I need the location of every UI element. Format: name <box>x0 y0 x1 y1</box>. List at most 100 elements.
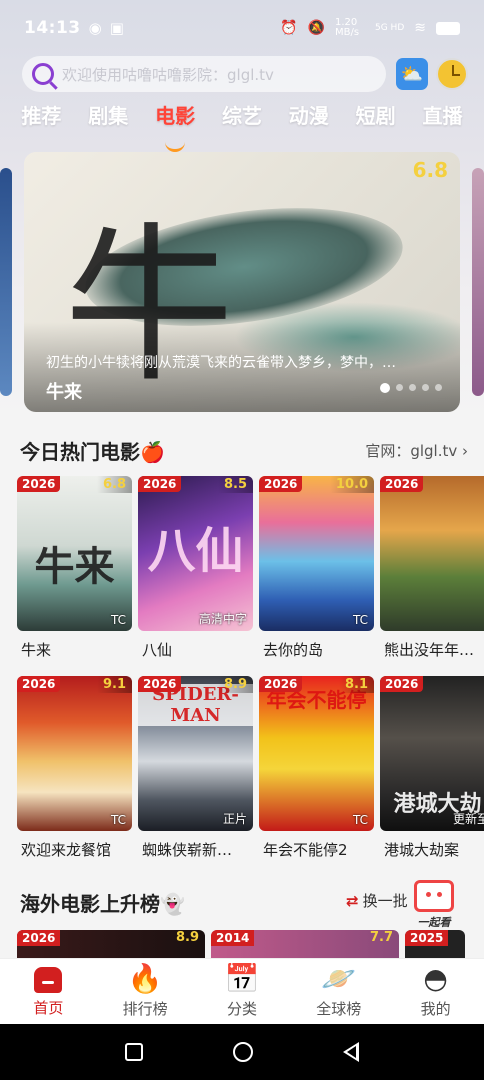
signal-label: 5G HD <box>375 23 405 33</box>
carousel-indicator <box>380 383 442 393</box>
carousel-dot[interactable] <box>422 384 429 391</box>
movie-card[interactable]: 2014 7.7 <box>211 930 399 960</box>
movie-card[interactable]: 港城大劫 2026 更新至 港城大劫案 <box>380 676 484 860</box>
poster-title-art: 八仙 <box>147 523 244 579</box>
nav-label: 首页 <box>33 999 64 1017</box>
planet-icon: 🪐 <box>321 962 357 995</box>
carousel-prev-peek[interactable] <box>0 168 12 396</box>
search-input[interactable]: 欢迎使用咕噜咕噜影院：glgl.tv <box>22 56 386 92</box>
tab-short-drama[interactable]: 短剧 <box>356 100 396 140</box>
tab-anime[interactable]: 动漫 <box>289 100 329 140</box>
nav-global[interactable]: 🪐 全球榜 <box>299 964 379 1019</box>
alarm-icon: ⏰ <box>280 20 298 36</box>
quality-tag: 正片 <box>222 812 247 826</box>
score-badge: 10.0 <box>329 476 374 493</box>
year-badge: 2026 <box>380 676 424 692</box>
history-clock-button[interactable] <box>436 58 468 90</box>
search-row: 欢迎使用咕噜咕噜影院：glgl.tv ⛅ <box>22 55 468 93</box>
status-bar: 14:13 ◉ ▣ ⏰ 🔕 1.20 MB/s 5G HD ≋ <box>0 0 484 56</box>
category-tabs: 推荐 剧集 电影 综艺 动漫 短剧 直播 <box>0 100 484 152</box>
watch-together-button[interactable]: 一起看 <box>410 876 458 936</box>
movie-name: 年会不能停2 <box>263 841 348 859</box>
featured-banner[interactable]: 牛 6.8 初生的小牛犊将刚从荒漠飞来的云雀带入梦乡，梦中，… 牛来 <box>24 152 460 412</box>
movie-card[interactable]: 年会不能停 2026 8.1 TC 年会不能停2 <box>259 676 374 860</box>
battery-icon <box>436 21 460 35</box>
year-badge: 2026 <box>17 930 61 946</box>
year-badge: 2026 <box>138 476 182 492</box>
carousel-dot[interactable] <box>435 384 442 391</box>
notification-icon: ◉ <box>88 19 102 37</box>
movie-card[interactable]: 2026 9.1 TC 欢迎来龙餐馆 <box>17 676 132 860</box>
calendar-check-icon: 📅 <box>224 962 260 995</box>
tab-series[interactable]: 剧集 <box>88 100 128 140</box>
home-button[interactable] <box>233 1042 253 1062</box>
tab-movies[interactable]: 电影 <box>155 100 195 152</box>
quality-tag: TC <box>110 613 126 627</box>
wifi-icon: ≋ <box>414 20 426 36</box>
movie-name: 熊出没年年… <box>384 641 475 659</box>
quality-tag: TC <box>352 813 368 827</box>
quality-tag: TC <box>110 813 126 827</box>
score-badge: 8.9 <box>175 930 199 945</box>
quality-tag: 更新至 <box>452 812 484 826</box>
movie-card[interactable]: 2026 熊出没年年… <box>380 476 484 660</box>
year-badge: 2026 <box>380 476 424 492</box>
search-icon <box>32 63 54 85</box>
back-button[interactable] <box>343 1042 359 1062</box>
movie-name: 港城大劫案 <box>384 841 460 859</box>
official-site-link[interactable]: 官网：glgl.tv › <box>365 440 468 461</box>
movie-poster: 2026 10.0 TC <box>259 476 374 631</box>
movie-card[interactable]: 2026 10.0 TC 去你的岛 <box>259 476 374 660</box>
year-badge: 2014 <box>211 930 255 946</box>
flame-icon: 🔥 <box>127 962 163 995</box>
profile-icon: ◓ <box>423 962 448 995</box>
poster-title-art: 牛来 <box>34 543 115 590</box>
hot-section-title: 今日热门电影🍎 <box>20 440 165 464</box>
carousel-next-peek[interactable] <box>472 168 484 396</box>
score-badge: 7.7 <box>369 930 393 945</box>
movie-name: 去你的岛 <box>263 641 324 659</box>
nav-label: 全球榜 <box>316 1000 362 1018</box>
refresh-icon: ⇄ <box>346 891 359 910</box>
weather-button[interactable]: ⛅ <box>396 58 428 90</box>
banner-title: 牛来 <box>46 382 82 403</box>
movie-poster: 2026 9.1 TC <box>17 676 132 831</box>
year-badge: 2026 <box>17 476 61 492</box>
movie-name: 蜘蛛侠崭新… <box>142 841 233 859</box>
recents-button[interactable] <box>125 1043 143 1061</box>
search-placeholder: 欢迎使用咕噜咕噜影院：glgl.tv <box>62 65 274 84</box>
quality-tag: 高清中字 <box>198 612 247 626</box>
movie-name: 牛来 <box>21 641 52 659</box>
movie-card[interactable]: 八仙 2026 8.5 高清中字 八仙 <box>138 476 253 660</box>
carousel-dot[interactable] <box>409 384 416 391</box>
status-time: 14:13 <box>24 18 81 38</box>
movie-name: 欢迎来龙餐馆 <box>21 841 112 859</box>
movie-poster: SPIDER-MAN 2026 8.9 正片 <box>138 676 253 831</box>
nav-ranking[interactable]: 🔥 排行榜 <box>105 964 185 1019</box>
tab-variety[interactable]: 综艺 <box>222 100 262 140</box>
tab-recommend[interactable]: 推荐 <box>21 100 61 140</box>
nav-category[interactable]: 📅 分类 <box>202 964 282 1019</box>
movie-card[interactable]: 牛来 2026 6.8 TC 牛来 <box>17 476 132 660</box>
nav-profile[interactable]: ◓ 我的 <box>396 964 476 1019</box>
network-speed: 1.20 MB/s <box>335 17 360 38</box>
movie-poster: 年会不能停 2026 8.1 TC <box>259 676 374 831</box>
movie-card[interactable]: SPIDER-MAN 2026 8.9 正片 蜘蛛侠崭新… <box>138 676 253 860</box>
nav-home[interactable]: 首页 <box>8 965 88 1018</box>
movie-card[interactable]: 2026 8.9 <box>17 930 205 960</box>
banner-description: 初生的小牛犊将刚从荒漠飞来的云雀带入梦乡，梦中，… <box>46 355 396 371</box>
carousel-dot[interactable] <box>380 383 390 393</box>
refresh-label: 换一批 <box>362 892 408 910</box>
tab-live[interactable]: 直播 <box>422 100 462 140</box>
quality-tag: TC <box>352 613 368 627</box>
score-badge: 8.5 <box>217 476 253 493</box>
carousel-dot[interactable] <box>396 384 403 391</box>
hot-row-1: 牛来 2026 6.8 TC 牛来 八仙 2026 8.5 高清中字 八仙 20… <box>17 476 484 660</box>
movie-poster: 港城大劫 2026 更新至 <box>380 676 484 831</box>
year-badge: 2026 <box>17 676 61 692</box>
hot-section-header: 今日热门电影🍎 官网：glgl.tv › <box>20 436 468 465</box>
score-badge: 6.8 <box>96 476 132 493</box>
refresh-button[interactable]: ⇄ 换一批 <box>346 890 408 911</box>
movie-poster: 八仙 2026 8.5 高清中字 <box>138 476 253 631</box>
app-notification-icon: ▣ <box>109 19 124 37</box>
